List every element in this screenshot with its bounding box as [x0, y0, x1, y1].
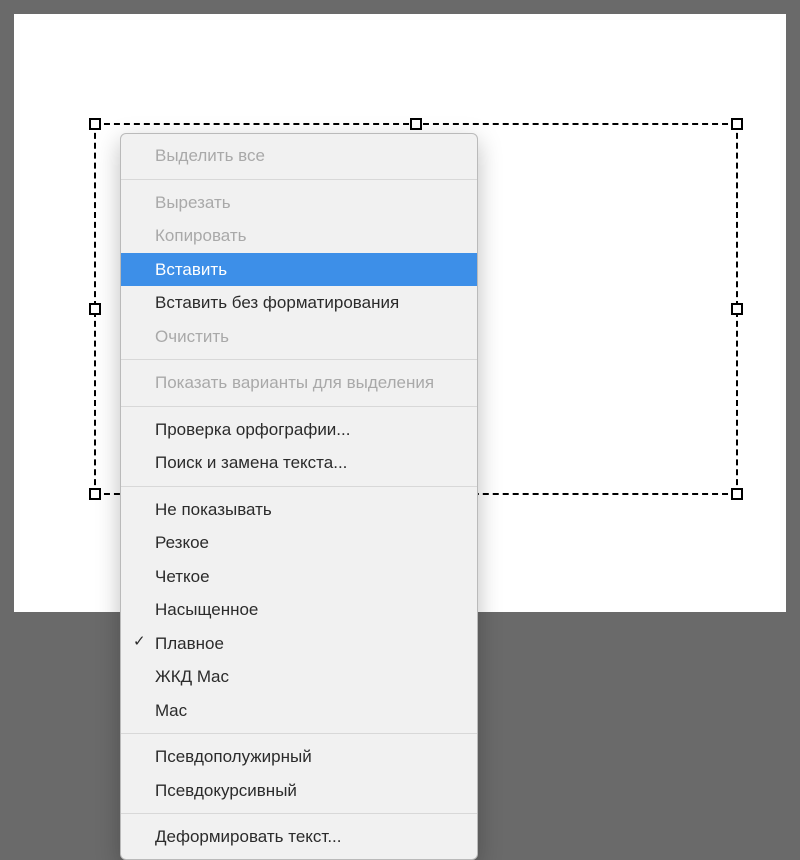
menu-item-label: Вставить без форматирования [155, 293, 399, 312]
menu-separator [121, 733, 477, 734]
menu-item[interactable]: Деформировать текст... [121, 820, 477, 854]
menu-item[interactable]: Не показывать [121, 493, 477, 527]
menu-item[interactable]: Mac [121, 694, 477, 728]
menu-item[interactable]: ✓ Плавное [121, 627, 477, 661]
menu-item-label: Поиск и замена текста... [155, 453, 347, 472]
menu-separator [121, 179, 477, 180]
menu-item: Показать варианты для выделения [121, 366, 477, 400]
menu-item: Копировать [121, 219, 477, 253]
menu-separator [121, 406, 477, 407]
menu-item-label: Показать варианты для выделения [155, 373, 434, 392]
menu-item[interactable]: Псевдокурсивный [121, 774, 477, 808]
menu-item-label: Псевдокурсивный [155, 781, 297, 800]
menu-item: Вырезать [121, 186, 477, 220]
menu-item[interactable]: Насыщенное [121, 593, 477, 627]
menu-item-label: Не показывать [155, 500, 272, 519]
menu-item-label: Копировать [155, 226, 247, 245]
menu-item-label: ЖКД Mac [155, 667, 229, 686]
menu-item: Выделить все [121, 139, 477, 173]
menu-item[interactable]: Проверка орфографии... [121, 413, 477, 447]
menu-item[interactable]: Вставить без форматирования [121, 286, 477, 320]
selection-handle-middle-right[interactable] [731, 303, 743, 315]
selection-handle-top-left[interactable] [89, 118, 101, 130]
menu-item-label: Плавное [155, 634, 224, 653]
menu-separator [121, 486, 477, 487]
selection-handle-top-right[interactable] [731, 118, 743, 130]
menu-separator [121, 813, 477, 814]
menu-item[interactable]: Резкое [121, 526, 477, 560]
menu-item[interactable]: Четкое [121, 560, 477, 594]
menu-item: Очистить [121, 320, 477, 354]
menu-item-label: Насыщенное [155, 600, 258, 619]
menu-item-label: Вставить [155, 260, 227, 279]
menu-item-label: Вырезать [155, 193, 231, 212]
menu-item-label: Выделить все [155, 146, 265, 165]
menu-separator [121, 359, 477, 360]
selection-handle-bottom-right[interactable] [731, 488, 743, 500]
menu-item-label: Четкое [155, 567, 210, 586]
selection-handle-top-center[interactable] [410, 118, 422, 130]
menu-item-label: Резкое [155, 533, 209, 552]
checkmark-icon: ✓ [133, 631, 146, 654]
menu-item-label: Псевдополужирный [155, 747, 312, 766]
menu-item-label: Mac [155, 701, 187, 720]
context-menu: Выделить все Вырезать Копировать Вставить Вс… [120, 133, 478, 860]
menu-item[interactable]: Псевдополужирный [121, 740, 477, 774]
menu-item-label: Проверка орфографии... [155, 420, 350, 439]
menu-item-label: Деформировать текст... [155, 827, 342, 846]
menu-item[interactable]: ЖКД Mac [121, 660, 477, 694]
menu-item[interactable]: Поиск и замена текста... [121, 446, 477, 480]
menu-item[interactable]: Вставить [121, 253, 477, 287]
selection-handle-middle-left[interactable] [89, 303, 101, 315]
selection-handle-bottom-left[interactable] [89, 488, 101, 500]
menu-item-label: Очистить [155, 327, 229, 346]
